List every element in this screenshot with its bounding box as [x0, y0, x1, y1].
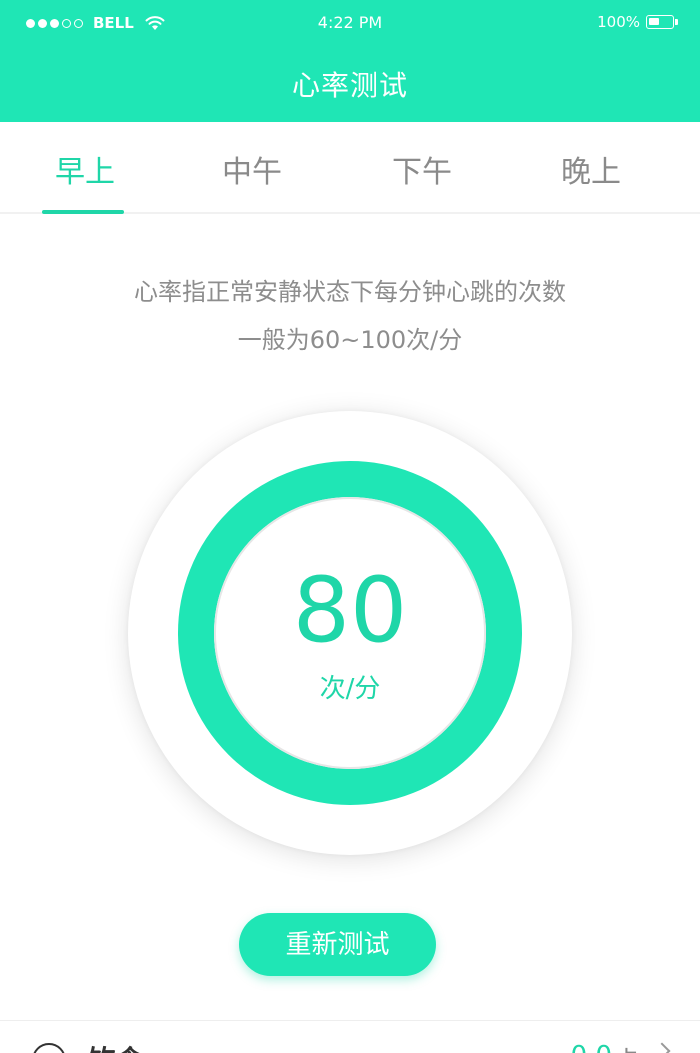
diet-row[interactable]: 饮食 0.0 卡 — [0, 1021, 700, 1053]
heart-rate-value: 80 — [292, 558, 408, 663]
status-right: 100% — [597, 13, 678, 31]
page-title: 心率测试 — [291, 69, 408, 102]
description-line-1: 心率指正常安静状态下每分钟心跳的次数 — [134, 278, 566, 306]
time-tabs: 早上 中午 下午 晚上 — [0, 122, 700, 214]
description-line-2: 一般为60~100次/分 — [237, 326, 463, 354]
tab-noon[interactable]: 中午 — [167, 122, 337, 214]
battery-percent: 100% — [597, 13, 640, 31]
diet-label: 饮食 — [88, 1039, 144, 1053]
status-time: 4:22 PM — [317, 13, 383, 32]
tab-afternoon[interactable]: 下午 — [337, 122, 507, 214]
battery-icon — [646, 15, 678, 29]
circle-icon — [32, 1043, 66, 1053]
diet-value: 0.0 — [571, 1041, 612, 1053]
status-bar: BELL 4:22 PM 100% — [0, 0, 700, 46]
active-tab-indicator — [42, 210, 124, 214]
retest-button[interactable]: 重新测试 — [239, 913, 436, 976]
tab-morning[interactable]: 早上 — [0, 122, 170, 214]
heart-rate-unit: 次/分 — [319, 674, 381, 704]
diet-unit: 卡 — [614, 1041, 640, 1053]
app-header: BELL 4:22 PM 100% 心率测试 — [0, 0, 700, 122]
chevron-right-icon — [653, 1042, 671, 1053]
tab-evening[interactable]: 晚上 — [506, 122, 676, 214]
